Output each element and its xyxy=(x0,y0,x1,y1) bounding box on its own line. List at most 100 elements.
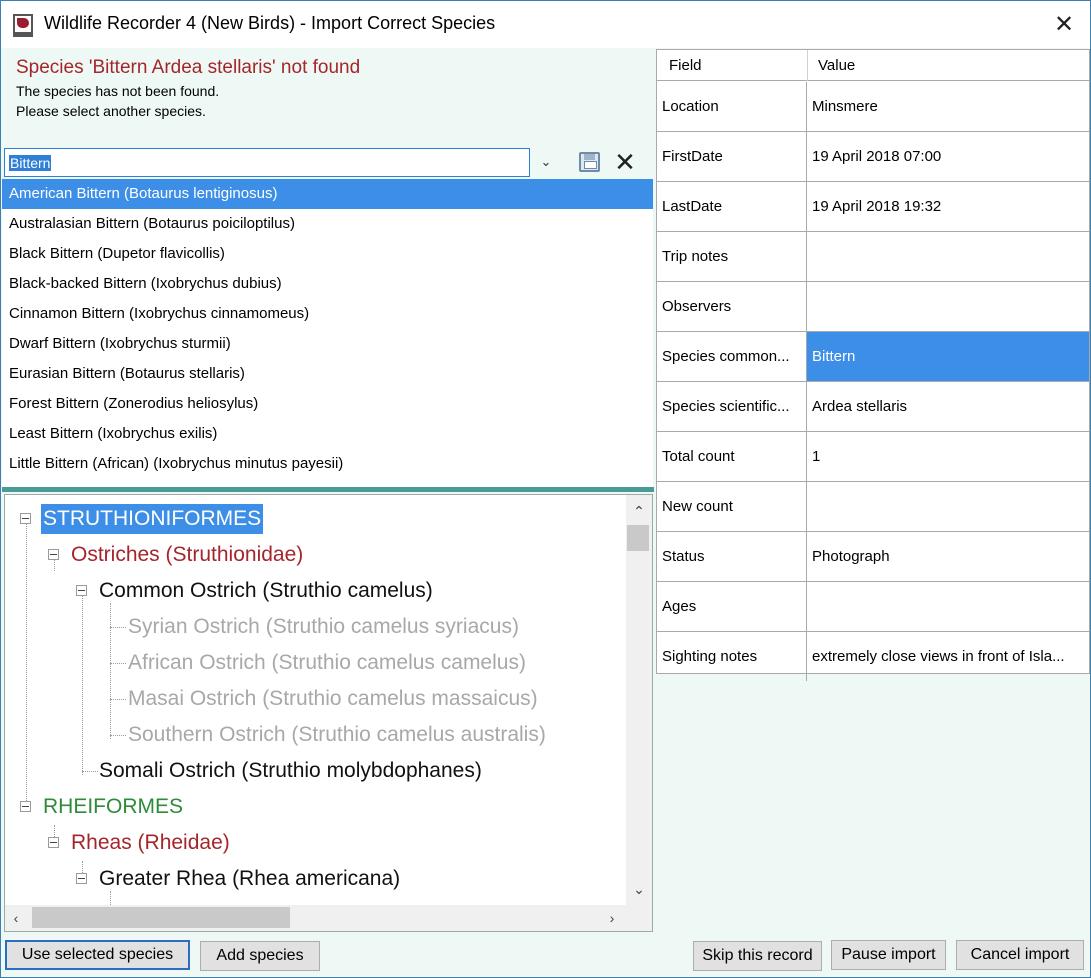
table-row[interactable]: Sighting notes extremely close views in … xyxy=(657,632,1089,681)
list-item[interactable]: Dwarf Bittern (Ixobrychus sturmii) xyxy=(2,329,653,359)
add-species-button[interactable]: Add species xyxy=(200,941,320,971)
tree-connector xyxy=(110,603,111,739)
tree-connector xyxy=(82,771,98,772)
message-line-2: Please select another species. xyxy=(16,103,206,119)
tree-order-node[interactable]: STRUTHIONIFORMES xyxy=(41,504,264,534)
collapse-icon[interactable] xyxy=(20,801,31,812)
value-cell[interactable]: 1 xyxy=(807,432,1089,481)
value-cell[interactable]: Minsmere xyxy=(807,82,1089,131)
list-item[interactable]: American Bittern (Botaurus lentiginosus) xyxy=(2,179,653,209)
field-cell: Sighting notes xyxy=(657,632,807,681)
panel-divider[interactable] xyxy=(2,487,654,492)
value-cell-selected[interactable]: Bittern xyxy=(807,332,1089,381)
column-header-field[interactable]: Field xyxy=(669,50,702,81)
table-row[interactable]: Trip notes xyxy=(657,232,1089,282)
field-cell: LastDate xyxy=(657,182,807,231)
collapse-icon[interactable] xyxy=(48,837,59,848)
collapse-icon[interactable] xyxy=(76,873,87,884)
taxonomy-tree[interactable]: STRUTHIONIFORMES Ostriches (Struthionida… xyxy=(4,494,653,932)
field-cell: Species common... xyxy=(657,332,807,381)
tree-subspecies-node[interactable]: Masai Ostrich (Struthio camelus massaicu… xyxy=(128,684,538,714)
tree-subspecies-node[interactable]: African Ostrich (Struthio camelus camelu… xyxy=(128,648,526,678)
list-item[interactable]: Least Bittern (Ixobrychus exilis) xyxy=(2,419,653,449)
value-cell[interactable]: Photograph xyxy=(807,532,1089,581)
list-item[interactable]: Eurasian Bittern (Botaurus stellaris) xyxy=(2,359,653,389)
table-row[interactable]: Species scientific... Ardea stellaris xyxy=(657,382,1089,432)
column-header-value[interactable]: Value xyxy=(818,50,855,81)
scroll-right-icon[interactable]: › xyxy=(601,905,623,931)
tree-species-node[interactable]: Somali Ostrich (Struthio molybdophanes) xyxy=(99,756,482,786)
dialog-window: Wildlife Recorder 4 (New Birds) - Import… xyxy=(0,0,1091,978)
value-cell[interactable]: Ardea stellaris xyxy=(807,382,1089,431)
table-row[interactable]: LastDate 19 April 2018 19:32 xyxy=(657,182,1089,232)
tree-vertical-scrollbar[interactable]: ⌃ ⌄ xyxy=(626,495,652,905)
value-cell[interactable]: 19 April 2018 19:32 xyxy=(807,182,1089,231)
field-cell: FirstDate xyxy=(657,132,807,181)
table-row[interactable]: New count xyxy=(657,482,1089,532)
title-bar: Wildlife Recorder 4 (New Birds) - Import… xyxy=(1,1,1090,48)
column-separator[interactable] xyxy=(807,50,808,81)
tree-species-node[interactable]: Common Ostrich (Struthio camelus) xyxy=(99,576,433,606)
collapse-icon[interactable] xyxy=(76,585,87,596)
tree-connector xyxy=(110,627,126,628)
field-cell: Status xyxy=(657,532,807,581)
close-window-button[interactable]: ✕ xyxy=(1049,11,1079,37)
tree-species-node[interactable]: Greater Rhea (Rhea americana) xyxy=(99,864,400,894)
list-item[interactable]: Australasian Bittern (Botaurus poicilopt… xyxy=(2,209,653,239)
tree-subspecies-node[interactable]: Southern Ostrich (Struthio camelus austr… xyxy=(128,720,546,750)
field-cell: Observers xyxy=(657,282,807,331)
window-title: Wildlife Recorder 4 (New Birds) - Import… xyxy=(44,13,496,33)
grid-header: Field Value xyxy=(657,50,1089,81)
field-cell: New count xyxy=(657,482,807,531)
tree-horizontal-scrollbar[interactable]: ‹ › xyxy=(5,905,626,931)
collapse-icon[interactable] xyxy=(48,549,59,560)
tree-family-node[interactable]: Ostriches (Struthionidae) xyxy=(71,540,303,570)
chevron-down-icon[interactable]: ⌄ xyxy=(538,151,554,173)
field-cell: Trip notes xyxy=(657,232,807,281)
value-cell[interactable] xyxy=(807,582,1089,631)
skip-record-button[interactable]: Skip this record xyxy=(693,941,822,971)
tree-connector xyxy=(26,519,27,809)
list-item[interactable]: Forest Bittern (Zonerodius heliosylus) xyxy=(2,389,653,419)
tree-order-node[interactable]: RHEIFORMES xyxy=(43,792,183,822)
tree-connector xyxy=(82,591,83,775)
scroll-down-icon[interactable]: ⌄ xyxy=(626,878,652,900)
list-item[interactable]: Black-backed Bittern (Ixobrychus dubius) xyxy=(2,269,653,299)
scroll-left-icon[interactable]: ‹ xyxy=(5,905,27,931)
tree-connector xyxy=(110,663,126,664)
value-cell[interactable] xyxy=(807,482,1089,531)
pause-import-button[interactable]: Pause import xyxy=(831,940,946,970)
list-item[interactable]: Black Bittern (Dupetor flavicollis) xyxy=(2,239,653,269)
scroll-up-icon[interactable]: ⌃ xyxy=(626,500,652,522)
table-row[interactable]: Location Minsmere xyxy=(657,82,1089,132)
tree-family-node[interactable]: Rheas (Rheidae) xyxy=(71,828,230,858)
save-icon[interactable] xyxy=(579,152,600,172)
list-item[interactable]: Little Bittern (African) (Ixobrychus min… xyxy=(2,449,653,479)
list-item[interactable]: Cinnamon Bittern (Ixobrychus cinnamomeus… xyxy=(2,299,653,329)
field-cell: Location xyxy=(657,82,807,131)
value-cell[interactable]: 19 April 2018 07:00 xyxy=(807,132,1089,181)
app-icon xyxy=(13,14,33,37)
record-fields-grid: Field Value Location Minsmere FirstDate … xyxy=(656,49,1090,681)
table-row[interactable]: Ages xyxy=(657,582,1089,632)
clear-search-icon[interactable]: ✕ xyxy=(611,148,639,178)
table-row[interactable]: FirstDate 19 April 2018 07:00 xyxy=(657,132,1089,182)
not-found-heading: Species 'Bittern Ardea stellaris' not fo… xyxy=(16,57,361,78)
value-cell[interactable] xyxy=(807,282,1089,331)
scroll-thumb[interactable] xyxy=(32,907,290,928)
scroll-corner xyxy=(626,905,652,931)
collapse-icon[interactable] xyxy=(20,513,31,524)
tree-subspecies-node[interactable]: Syrian Ostrich (Struthio camelus syriacu… xyxy=(128,612,519,642)
scroll-thumb[interactable] xyxy=(627,525,649,551)
table-row[interactable]: Total count 1 xyxy=(657,432,1089,482)
species-search-input[interactable]: Bittern xyxy=(4,148,530,177)
table-row[interactable]: Status Photograph xyxy=(657,532,1089,582)
value-cell[interactable]: extremely close views in front of Isla..… xyxy=(807,632,1089,681)
cancel-import-button[interactable]: Cancel import xyxy=(956,940,1084,970)
use-selected-species-button[interactable]: Use selected species xyxy=(5,940,190,970)
table-row[interactable]: Species common... Bittern xyxy=(657,332,1089,382)
table-row[interactable]: Observers xyxy=(657,282,1089,332)
message-line-1: The species has not been found. xyxy=(16,83,220,99)
species-suggestion-list: American Bittern (Botaurus lentiginosus)… xyxy=(2,179,653,487)
value-cell[interactable] xyxy=(807,232,1089,281)
